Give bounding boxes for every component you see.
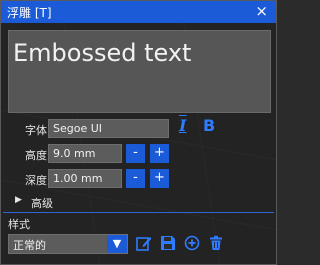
depth-label: 深度 [25, 174, 47, 187]
height-increase-button[interactable]: + [150, 144, 169, 163]
depth-field[interactable]: 1.00 mm [48, 169, 122, 188]
height-label: 高度 [25, 149, 47, 162]
font-label: 字体 [25, 124, 47, 137]
emboss-text-input[interactable]: Embossed text [8, 30, 271, 113]
trash-icon[interactable] [208, 235, 224, 251]
title-bar: 浮雕 [T] × [1, 1, 276, 23]
advanced-expand-icon[interactable]: ▶ [15, 195, 22, 205]
edit-icon[interactable] [136, 235, 152, 251]
save-icon[interactable] [160, 235, 176, 251]
italic-icon[interactable]: I [179, 116, 186, 135]
chevron-down-icon[interactable]: ▼ [107, 235, 127, 253]
advanced-toggle[interactable]: 高级 [31, 195, 53, 211]
height-decrease-button[interactable]: - [126, 144, 145, 163]
style-label: 样式 [8, 218, 30, 231]
style-dropdown[interactable]: 正常的 ▼ [8, 234, 128, 254]
bold-icon[interactable]: B [203, 116, 215, 135]
depth-increase-button[interactable]: + [150, 169, 169, 188]
font-field[interactable]: Segoe UI [48, 119, 169, 138]
depth-decrease-button[interactable]: - [126, 169, 145, 188]
style-dropdown-value: 正常的 [13, 239, 46, 252]
section-divider [3, 212, 274, 213]
add-icon[interactable] [184, 235, 200, 251]
height-field[interactable]: 9.0 mm [48, 144, 122, 163]
window-title: 浮雕 [T] [7, 6, 52, 20]
close-icon[interactable]: × [255, 2, 268, 20]
emboss-dialog: 浮雕 [T] × Embossed text 字体 Segoe UI I B 高… [0, 0, 277, 265]
